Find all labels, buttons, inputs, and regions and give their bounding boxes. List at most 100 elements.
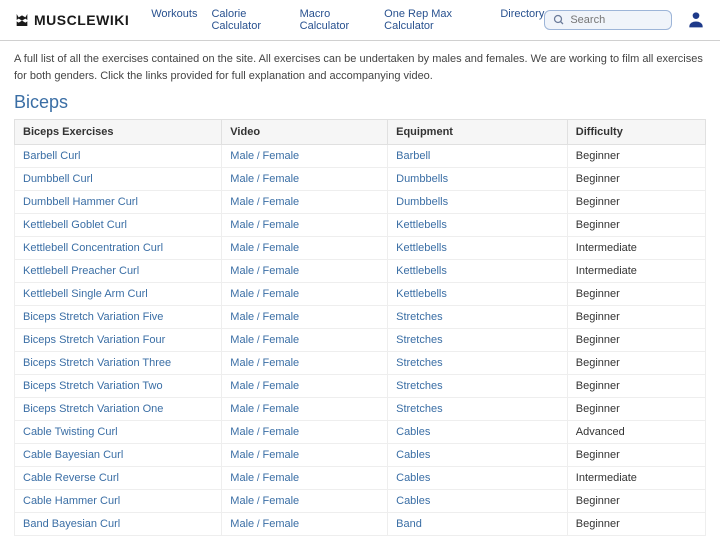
- video-male-link[interactable]: Male: [230, 219, 254, 231]
- header: MUSCLEWIKI Workouts Calorie Calculator M…: [0, 0, 720, 41]
- nav-directory[interactable]: Directory: [500, 8, 544, 32]
- exercise-link[interactable]: Biceps Stretch Variation Three: [15, 352, 222, 375]
- video-male-link[interactable]: Male: [230, 472, 254, 484]
- difficulty-cell: Beginner: [567, 329, 705, 352]
- video-female-link[interactable]: Female: [262, 403, 299, 415]
- equipment-link[interactable]: Kettlebells: [388, 260, 568, 283]
- equipment-link[interactable]: Kettlebells: [388, 283, 568, 306]
- equipment-link[interactable]: Barbell: [388, 145, 568, 168]
- table-row: Cable Hammer CurlMale / FemaleCablesBegi…: [15, 490, 706, 513]
- video-female-link[interactable]: Female: [262, 173, 299, 185]
- table-row: Band Bayesian CurlMale / FemaleBandBegin…: [15, 513, 706, 536]
- difficulty-cell: Beginner: [567, 352, 705, 375]
- video-female-link[interactable]: Female: [262, 219, 299, 231]
- search-box[interactable]: [544, 10, 672, 30]
- col-exercise: Biceps Exercises: [15, 120, 222, 145]
- section-title: Biceps: [0, 88, 720, 119]
- equipment-link[interactable]: Stretches: [388, 375, 568, 398]
- video-links: Male / Female: [222, 145, 388, 168]
- equipment-link[interactable]: Stretches: [388, 306, 568, 329]
- video-female-link[interactable]: Female: [262, 311, 299, 323]
- equipment-link[interactable]: Cables: [388, 421, 568, 444]
- equipment-link[interactable]: Cables: [388, 490, 568, 513]
- video-male-link[interactable]: Male: [230, 380, 254, 392]
- brand-logo[interactable]: MUSCLEWIKI: [14, 12, 129, 28]
- table-row: Biceps Stretch Variation ThreeMale / Fem…: [15, 352, 706, 375]
- equipment-link[interactable]: Stretches: [388, 352, 568, 375]
- equipment-link[interactable]: Band: [388, 513, 568, 536]
- table-row: Kettlebell Preacher CurlMale / FemaleKet…: [15, 260, 706, 283]
- video-female-link[interactable]: Female: [262, 449, 299, 461]
- video-female-link[interactable]: Female: [262, 242, 299, 254]
- search-input[interactable]: [570, 14, 663, 26]
- video-male-link[interactable]: Male: [230, 196, 254, 208]
- user-icon: [686, 9, 706, 29]
- video-female-link[interactable]: Female: [262, 426, 299, 438]
- equipment-link[interactable]: Dumbbells: [388, 191, 568, 214]
- user-menu[interactable]: [686, 9, 706, 32]
- video-male-link[interactable]: Male: [230, 495, 254, 507]
- equipment-link[interactable]: Stretches: [388, 329, 568, 352]
- video-links: Male / Female: [222, 375, 388, 398]
- equipment-link[interactable]: Kettlebells: [388, 237, 568, 260]
- nav-workouts[interactable]: Workouts: [151, 8, 197, 32]
- video-female-link[interactable]: Female: [262, 334, 299, 346]
- exercise-link[interactable]: Band Bayesian Curl: [15, 513, 222, 536]
- exercise-link[interactable]: Biceps Stretch Variation Two: [15, 375, 222, 398]
- exercise-link[interactable]: Cable Hammer Curl: [15, 490, 222, 513]
- video-male-link[interactable]: Male: [230, 518, 254, 530]
- exercise-link[interactable]: Biceps Stretch Variation Five: [15, 306, 222, 329]
- video-male-link[interactable]: Male: [230, 426, 254, 438]
- exercise-link[interactable]: Kettlebell Single Arm Curl: [15, 283, 222, 306]
- equipment-link[interactable]: Kettlebells: [388, 214, 568, 237]
- exercise-link[interactable]: Kettlebell Preacher Curl: [15, 260, 222, 283]
- exercise-link[interactable]: Cable Twisting Curl: [15, 421, 222, 444]
- video-male-link[interactable]: Male: [230, 449, 254, 461]
- video-links: Male / Female: [222, 444, 388, 467]
- col-video: Video: [222, 120, 388, 145]
- video-links: Male / Female: [222, 168, 388, 191]
- nav-one-rep-max-calculator[interactable]: One Rep Max Calculator: [384, 8, 486, 32]
- video-male-link[interactable]: Male: [230, 265, 254, 277]
- video-male-link[interactable]: Male: [230, 357, 254, 369]
- video-female-link[interactable]: Female: [262, 357, 299, 369]
- equipment-link[interactable]: Dumbbells: [388, 168, 568, 191]
- video-male-link[interactable]: Male: [230, 334, 254, 346]
- video-female-link[interactable]: Female: [262, 380, 299, 392]
- exercise-link[interactable]: Biceps Stretch Variation One: [15, 398, 222, 421]
- video-female-link[interactable]: Female: [262, 518, 299, 530]
- video-male-link[interactable]: Male: [230, 150, 254, 162]
- video-male-link[interactable]: Male: [230, 311, 254, 323]
- nav-calorie-calculator[interactable]: Calorie Calculator: [211, 8, 285, 32]
- video-male-link[interactable]: Male: [230, 242, 254, 254]
- difficulty-cell: Beginner: [567, 283, 705, 306]
- col-equipment: Equipment: [388, 120, 568, 145]
- exercise-link[interactable]: Biceps Stretch Variation Four: [15, 329, 222, 352]
- video-male-link[interactable]: Male: [230, 173, 254, 185]
- exercise-link[interactable]: Cable Reverse Curl: [15, 467, 222, 490]
- video-female-link[interactable]: Female: [262, 196, 299, 208]
- video-female-link[interactable]: Female: [262, 150, 299, 162]
- video-female-link[interactable]: Female: [262, 288, 299, 300]
- video-female-link[interactable]: Female: [262, 495, 299, 507]
- search-icon: [553, 14, 565, 26]
- exercise-link[interactable]: Kettlebell Concentration Curl: [15, 237, 222, 260]
- video-male-link[interactable]: Male: [230, 403, 254, 415]
- difficulty-cell: Beginner: [567, 398, 705, 421]
- video-links: Male / Female: [222, 467, 388, 490]
- video-female-link[interactable]: Female: [262, 472, 299, 484]
- video-links: Male / Female: [222, 260, 388, 283]
- nav-macro-calculator[interactable]: Macro Calculator: [300, 8, 371, 32]
- equipment-link[interactable]: Cables: [388, 444, 568, 467]
- equipment-link[interactable]: Cables: [388, 467, 568, 490]
- video-male-link[interactable]: Male: [230, 288, 254, 300]
- equipment-link[interactable]: Stretches: [388, 398, 568, 421]
- difficulty-cell: Intermediate: [567, 237, 705, 260]
- difficulty-cell: Advanced: [567, 421, 705, 444]
- exercise-link[interactable]: Kettlebell Goblet Curl: [15, 214, 222, 237]
- video-female-link[interactable]: Female: [262, 265, 299, 277]
- exercise-link[interactable]: Cable Bayesian Curl: [15, 444, 222, 467]
- exercise-link[interactable]: Dumbbell Hammer Curl: [15, 191, 222, 214]
- exercise-link[interactable]: Dumbbell Curl: [15, 168, 222, 191]
- exercise-link[interactable]: Barbell Curl: [15, 145, 222, 168]
